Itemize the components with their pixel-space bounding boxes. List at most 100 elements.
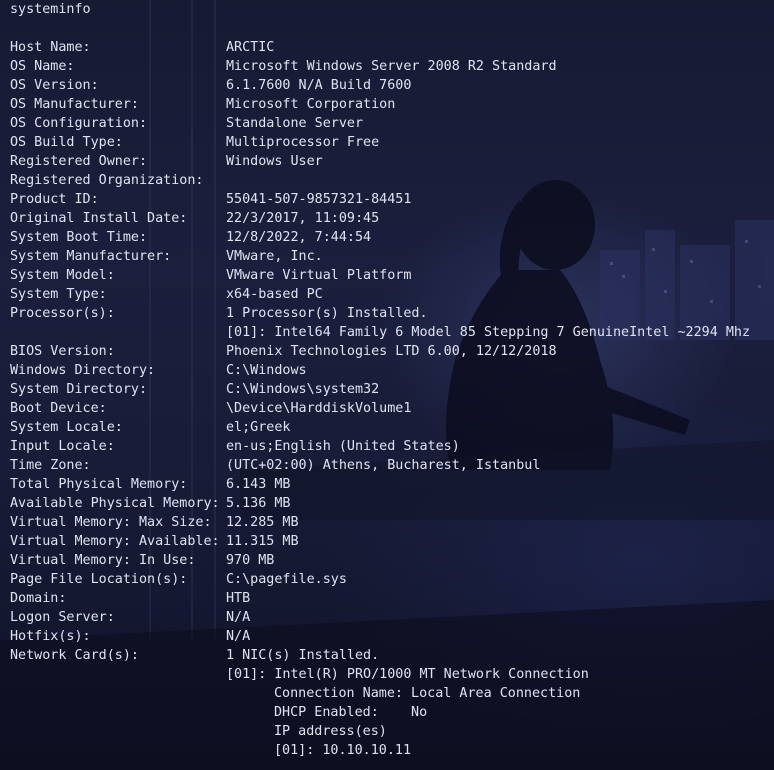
nic-detail-text: IP address(es): [274, 724, 387, 739]
info-value: C:\pagefile.sys: [226, 572, 347, 587]
nic-detail-row: Connection Name: Local Area Connection: [10, 684, 774, 703]
info-value: 5.136 MB: [226, 496, 291, 511]
info-label: Logon Server:: [10, 610, 115, 625]
info-label: Virtual Memory: In Use:: [10, 553, 196, 568]
info-row: BIOS Version: Phoenix Technologies LTD 6.…: [10, 342, 774, 361]
info-value: Multiprocessor Free: [226, 135, 380, 150]
info-row: System Model: VMware Virtual Platform: [10, 266, 774, 285]
info-value: [01]: Intel(R) PRO/1000 MT Network Conne…: [226, 667, 589, 682]
info-row: [01]: Intel(R) PRO/1000 MT Network Conne…: [10, 665, 774, 684]
info-label: Windows Directory:: [10, 363, 156, 378]
nic-detail-text: DHCP Enabled: No: [274, 705, 428, 720]
info-value: el;Greek: [226, 420, 291, 435]
info-label: Total Physical Memory:: [10, 477, 188, 492]
info-label: System Boot Time:: [10, 230, 148, 245]
info-value: 6.1.7600 N/A Build 7600: [226, 78, 412, 93]
info-value: 11.315 MB: [226, 534, 299, 549]
info-row: Total Physical Memory: 6.143 MB: [10, 475, 774, 494]
info-label: Registered Owner:: [10, 154, 148, 169]
command-text: systeminfo: [10, 2, 91, 17]
info-value: N/A: [226, 610, 251, 625]
info-row: Available Physical Memory: 5.136 MB: [10, 494, 774, 513]
info-value: 970 MB: [226, 553, 275, 568]
info-row: OS Version: 6.1.7600 N/A Build 7600: [10, 76, 774, 95]
info-value: Standalone Server: [226, 116, 364, 131]
info-value: [01]: Intel64 Family 6 Model 85 Stepping…: [226, 325, 751, 340]
info-row: [01]: Intel64 Family 6 Model 85 Stepping…: [10, 323, 774, 342]
info-row: Registered Organization:: [10, 171, 774, 190]
terminal-window[interactable]: systeminfo Host Name: ARCTIC OS Name: Micro…: [0, 0, 774, 770]
info-value: 22/3/2017, 11:09:45: [226, 211, 380, 226]
info-label: Original Install Date:: [10, 211, 188, 226]
info-value: Microsoft Corporation: [226, 97, 396, 112]
info-row: Virtual Memory: In Use: 970 MB: [10, 551, 774, 570]
info-value: C:\Windows: [226, 363, 307, 378]
info-value: C:\Windows\system32: [226, 382, 380, 397]
info-row: OS Name: Microsoft Windows Server 2008 R2…: [10, 57, 774, 76]
info-value: en-us;English (United States): [226, 439, 460, 454]
info-row: Processor(s): 1 Processor(s) Installed.: [10, 304, 774, 323]
info-label: Processor(s):: [10, 306, 115, 321]
info-value: 12.285 MB: [226, 515, 299, 530]
info-row: Windows Directory: C:\Windows: [10, 361, 774, 380]
info-label: System Model:: [10, 268, 115, 283]
info-value: N/A: [226, 629, 251, 644]
info-row: Hotfix(s): N/A: [10, 627, 774, 646]
info-value: 1 Processor(s) Installed.: [226, 306, 428, 321]
info-row: Domain: HTB: [10, 589, 774, 608]
info-label: Boot Device:: [10, 401, 107, 416]
nic-detail-row: DHCP Enabled: No: [10, 703, 774, 722]
info-value: 6.143 MB: [226, 477, 291, 492]
info-row: Input Locale: en-us;English (United State…: [10, 437, 774, 456]
info-label: System Directory:: [10, 382, 148, 397]
info-value: (UTC+02:00) Athens, Bucharest, Istanbul: [226, 458, 541, 473]
info-value: Phoenix Technologies LTD 6.00, 12/12/201…: [226, 344, 557, 359]
info-label: Available Physical Memory:: [10, 496, 220, 511]
info-label: Virtual Memory: Max Size:: [10, 515, 212, 530]
info-label: Network Card(s):: [10, 648, 139, 663]
info-label: System Type:: [10, 287, 107, 302]
info-value: \Device\HarddiskVolume1: [226, 401, 412, 416]
info-label: Domain:: [10, 591, 67, 606]
command-line: systeminfo: [10, 0, 774, 19]
info-row: Original Install Date: 22/3/2017, 11:09:4…: [10, 209, 774, 228]
info-label: System Manufacturer:: [10, 249, 172, 264]
info-label: OS Name:: [10, 59, 75, 74]
info-value: 12/8/2022, 7:44:54: [226, 230, 372, 245]
info-label: Hotfix(s):: [10, 629, 91, 644]
info-row: Logon Server: N/A: [10, 608, 774, 627]
nic-detail-row: [01]: 10.10.10.11: [10, 741, 774, 760]
info-value: 55041-507-9857321-84451: [226, 192, 412, 207]
info-row: Boot Device: \Device\HarddiskVolume1: [10, 399, 774, 418]
info-row: System Directory: C:\Windows\system32: [10, 380, 774, 399]
info-value: HTB: [226, 591, 251, 606]
info-row: System Type: x64-based PC: [10, 285, 774, 304]
info-row: Product ID: 55041-507-9857321-84451: [10, 190, 774, 209]
nic-detail-text: Connection Name: Local Area Connection: [274, 686, 581, 701]
info-row: System Locale: el;Greek: [10, 418, 774, 437]
info-label: OS Version:: [10, 78, 99, 93]
info-row: Page File Location(s): C:\pagefile.sys: [10, 570, 774, 589]
info-label: Time Zone:: [10, 458, 91, 473]
info-row: Virtual Memory: Available: 11.315 MB: [10, 532, 774, 551]
info-label: Input Locale:: [10, 439, 115, 454]
info-label: Product ID:: [10, 192, 99, 207]
nic-detail-text: [01]: 10.10.10.11: [274, 743, 412, 758]
info-row: Registered Owner: Windows User: [10, 152, 774, 171]
info-label: System Locale:: [10, 420, 123, 435]
info-row: System Manufacturer: VMware, Inc.: [10, 247, 774, 266]
info-row: OS Configuration: Standalone Server: [10, 114, 774, 133]
info-value: x64-based PC: [226, 287, 323, 302]
info-row: Host Name: ARCTIC: [10, 38, 774, 57]
info-row: System Boot Time: 12/8/2022, 7:44:54: [10, 228, 774, 247]
info-value: VMware Virtual Platform: [226, 268, 412, 283]
info-label: Registered Organization:: [10, 173, 204, 188]
info-value: Microsoft Windows Server 2008 R2 Standar…: [226, 59, 557, 74]
info-row: OS Manufacturer: Microsoft Corporation: [10, 95, 774, 114]
info-label: Page File Location(s):: [10, 572, 188, 587]
info-row: Time Zone: (UTC+02:00) Athens, Bucharest,…: [10, 456, 774, 475]
info-label: OS Build Type:: [10, 135, 123, 150]
info-label: OS Configuration:: [10, 116, 148, 131]
info-label: OS Manufacturer:: [10, 97, 139, 112]
